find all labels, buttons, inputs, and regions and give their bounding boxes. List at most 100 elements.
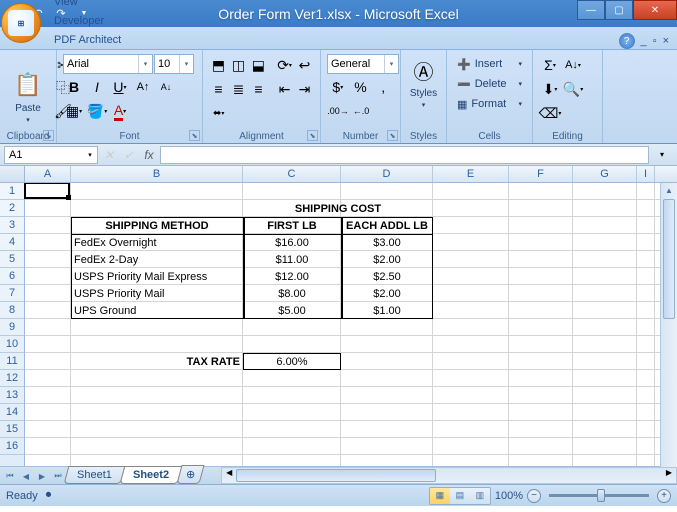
align-bottom-button[interactable]: ⬓: [249, 54, 268, 76]
name-box[interactable]: A1▾: [4, 146, 98, 164]
horizontal-scrollbar[interactable]: ◀ ▶: [221, 467, 677, 484]
office-button[interactable]: ⊞: [1, 3, 41, 43]
insert-cells-button[interactable]: ➕Insert▾: [453, 54, 526, 74]
next-sheet-button[interactable]: ▶: [34, 468, 50, 484]
row-header-2[interactable]: 2: [0, 200, 24, 217]
font-dialog-launcher[interactable]: ⬊: [189, 130, 200, 141]
scroll-thumb-v[interactable]: [663, 199, 675, 319]
maximize-button[interactable]: ▢: [605, 0, 633, 20]
align-center-button[interactable]: ≣: [229, 78, 248, 100]
percent-format-button[interactable]: %: [350, 76, 372, 98]
accounting-format-button[interactable]: $▾: [327, 76, 349, 98]
alignment-dialog-launcher[interactable]: ⬊: [307, 130, 318, 141]
merge-center-button[interactable]: ⬌ ▾: [209, 102, 228, 124]
fill-button[interactable]: ⬇▾: [539, 78, 561, 100]
font-size-combo[interactable]: 10▾: [154, 54, 194, 74]
row-header-12[interactable]: 12: [0, 370, 24, 387]
font-family-combo[interactable]: Arial▾: [63, 54, 153, 74]
increase-font-button[interactable]: A↑: [132, 76, 154, 98]
row-header-6[interactable]: 6: [0, 268, 24, 285]
row-header-16[interactable]: 16: [0, 438, 24, 455]
row-header-7[interactable]: 7: [0, 285, 24, 302]
border-button[interactable]: ▦▾: [63, 100, 85, 122]
zoom-in-button[interactable]: +: [657, 489, 671, 503]
zoom-level[interactable]: 100%: [495, 490, 523, 502]
align-right-button[interactable]: ≡: [249, 78, 268, 100]
zoom-slider[interactable]: [549, 494, 649, 497]
new-sheet-button[interactable]: ⊕: [176, 465, 204, 484]
normal-view-button[interactable]: ▦: [430, 488, 450, 504]
row-header-1[interactable]: 1: [0, 183, 24, 200]
align-top-button[interactable]: ⬒: [209, 54, 228, 76]
close-workbook-icon[interactable]: ×: [663, 35, 669, 47]
format-cells-button[interactable]: ▦Format▾: [453, 94, 526, 114]
expand-formula-bar-icon[interactable]: ▾: [651, 144, 673, 166]
column-header-E[interactable]: E: [433, 166, 509, 182]
scroll-thumb-h[interactable]: [236, 469, 436, 482]
minimize-button[interactable]: —: [577, 0, 605, 20]
increase-indent-button[interactable]: ⇥: [295, 78, 314, 100]
bold-button[interactable]: B: [63, 76, 85, 98]
macro-record-icon[interactable]: ⏺: [46, 489, 52, 502]
align-left-button[interactable]: ≡: [209, 78, 228, 100]
close-button[interactable]: ✕: [633, 0, 677, 20]
ribbon-tab-pdf-architect[interactable]: PDF Architect: [43, 30, 132, 49]
sort-filter-button[interactable]: A↓▾: [562, 54, 584, 76]
paste-button[interactable]: 📋 Paste▾: [6, 54, 50, 139]
zoom-out-button[interactable]: −: [527, 489, 541, 503]
column-header-F[interactable]: F: [509, 166, 573, 182]
page-layout-view-button[interactable]: ▤: [450, 488, 470, 504]
row-header-4[interactable]: 4: [0, 234, 24, 251]
enter-formula-icon[interactable]: ✓: [120, 146, 138, 164]
decrease-decimal-button[interactable]: ←.0: [350, 100, 372, 122]
row-header-10[interactable]: 10: [0, 336, 24, 353]
formula-input[interactable]: [160, 146, 649, 164]
vertical-scrollbar[interactable]: ▲ ▼: [660, 183, 677, 466]
shipping-cost-title[interactable]: SHIPPING COST: [243, 200, 433, 217]
italic-button[interactable]: I: [86, 76, 108, 98]
wrap-text-button[interactable]: ↩: [295, 54, 314, 76]
help-icon[interactable]: ?: [619, 33, 635, 49]
restore-window-icon[interactable]: ▫: [653, 35, 657, 47]
fx-button[interactable]: fx: [140, 146, 158, 164]
comma-format-button[interactable]: ,: [372, 76, 394, 98]
fill-color-button[interactable]: 🪣▾: [86, 100, 108, 122]
row-header-13[interactable]: 13: [0, 387, 24, 404]
row-header-14[interactable]: 14: [0, 404, 24, 421]
row-header-15[interactable]: 15: [0, 421, 24, 438]
scroll-right-icon[interactable]: ▶: [662, 468, 676, 477]
underline-button[interactable]: U▾: [109, 76, 131, 98]
styles-button[interactable]: Ⓐ Styles▾: [405, 52, 442, 112]
ribbon-tab-developer[interactable]: Developer: [43, 11, 132, 30]
minimize-ribbon-icon[interactable]: _: [641, 35, 647, 47]
first-sheet-button[interactable]: ⏮: [2, 468, 18, 484]
tax-rate-label[interactable]: TAX RATE: [71, 353, 243, 370]
page-break-view-button[interactable]: ▥: [470, 488, 490, 504]
decrease-font-button[interactable]: A↓: [155, 76, 177, 98]
clear-button[interactable]: ⌫▾: [539, 102, 561, 124]
row-header-3[interactable]: 3: [0, 217, 24, 234]
orientation-button[interactable]: ⟳▾: [275, 54, 294, 76]
column-header-D[interactable]: D: [341, 166, 433, 182]
autosum-button[interactable]: Σ▾: [539, 54, 561, 76]
scroll-left-icon[interactable]: ◀: [222, 468, 236, 477]
number-dialog-launcher[interactable]: ⬊: [387, 130, 398, 141]
sheet-tab-sheet1[interactable]: Sheet1: [64, 466, 126, 484]
column-header-C[interactable]: C: [243, 166, 341, 182]
delete-cells-button[interactable]: ➖Delete▾: [453, 74, 526, 94]
cells-area[interactable]: SHIPPING COSTSHIPPING METHODFIRST LBEACH…: [25, 183, 677, 466]
find-select-button[interactable]: 🔍▾: [562, 78, 584, 100]
prev-sheet-button[interactable]: ◀: [18, 468, 34, 484]
align-middle-button[interactable]: ◫: [229, 54, 248, 76]
ribbon-tab-view[interactable]: View: [43, 0, 132, 11]
number-format-combo[interactable]: General▾: [327, 54, 399, 74]
sheet-tab-sheet2[interactable]: Sheet2: [119, 466, 182, 484]
cancel-formula-icon[interactable]: ✕: [100, 146, 118, 164]
increase-decimal-button[interactable]: .00→: [327, 100, 349, 122]
decrease-indent-button[interactable]: ⇤: [275, 78, 294, 100]
row-header-9[interactable]: 9: [0, 319, 24, 336]
row-header-8[interactable]: 8: [0, 302, 24, 319]
column-header-G[interactable]: G: [573, 166, 637, 182]
row-header-5[interactable]: 5: [0, 251, 24, 268]
clipboard-dialog-launcher[interactable]: ⬊: [43, 130, 54, 141]
